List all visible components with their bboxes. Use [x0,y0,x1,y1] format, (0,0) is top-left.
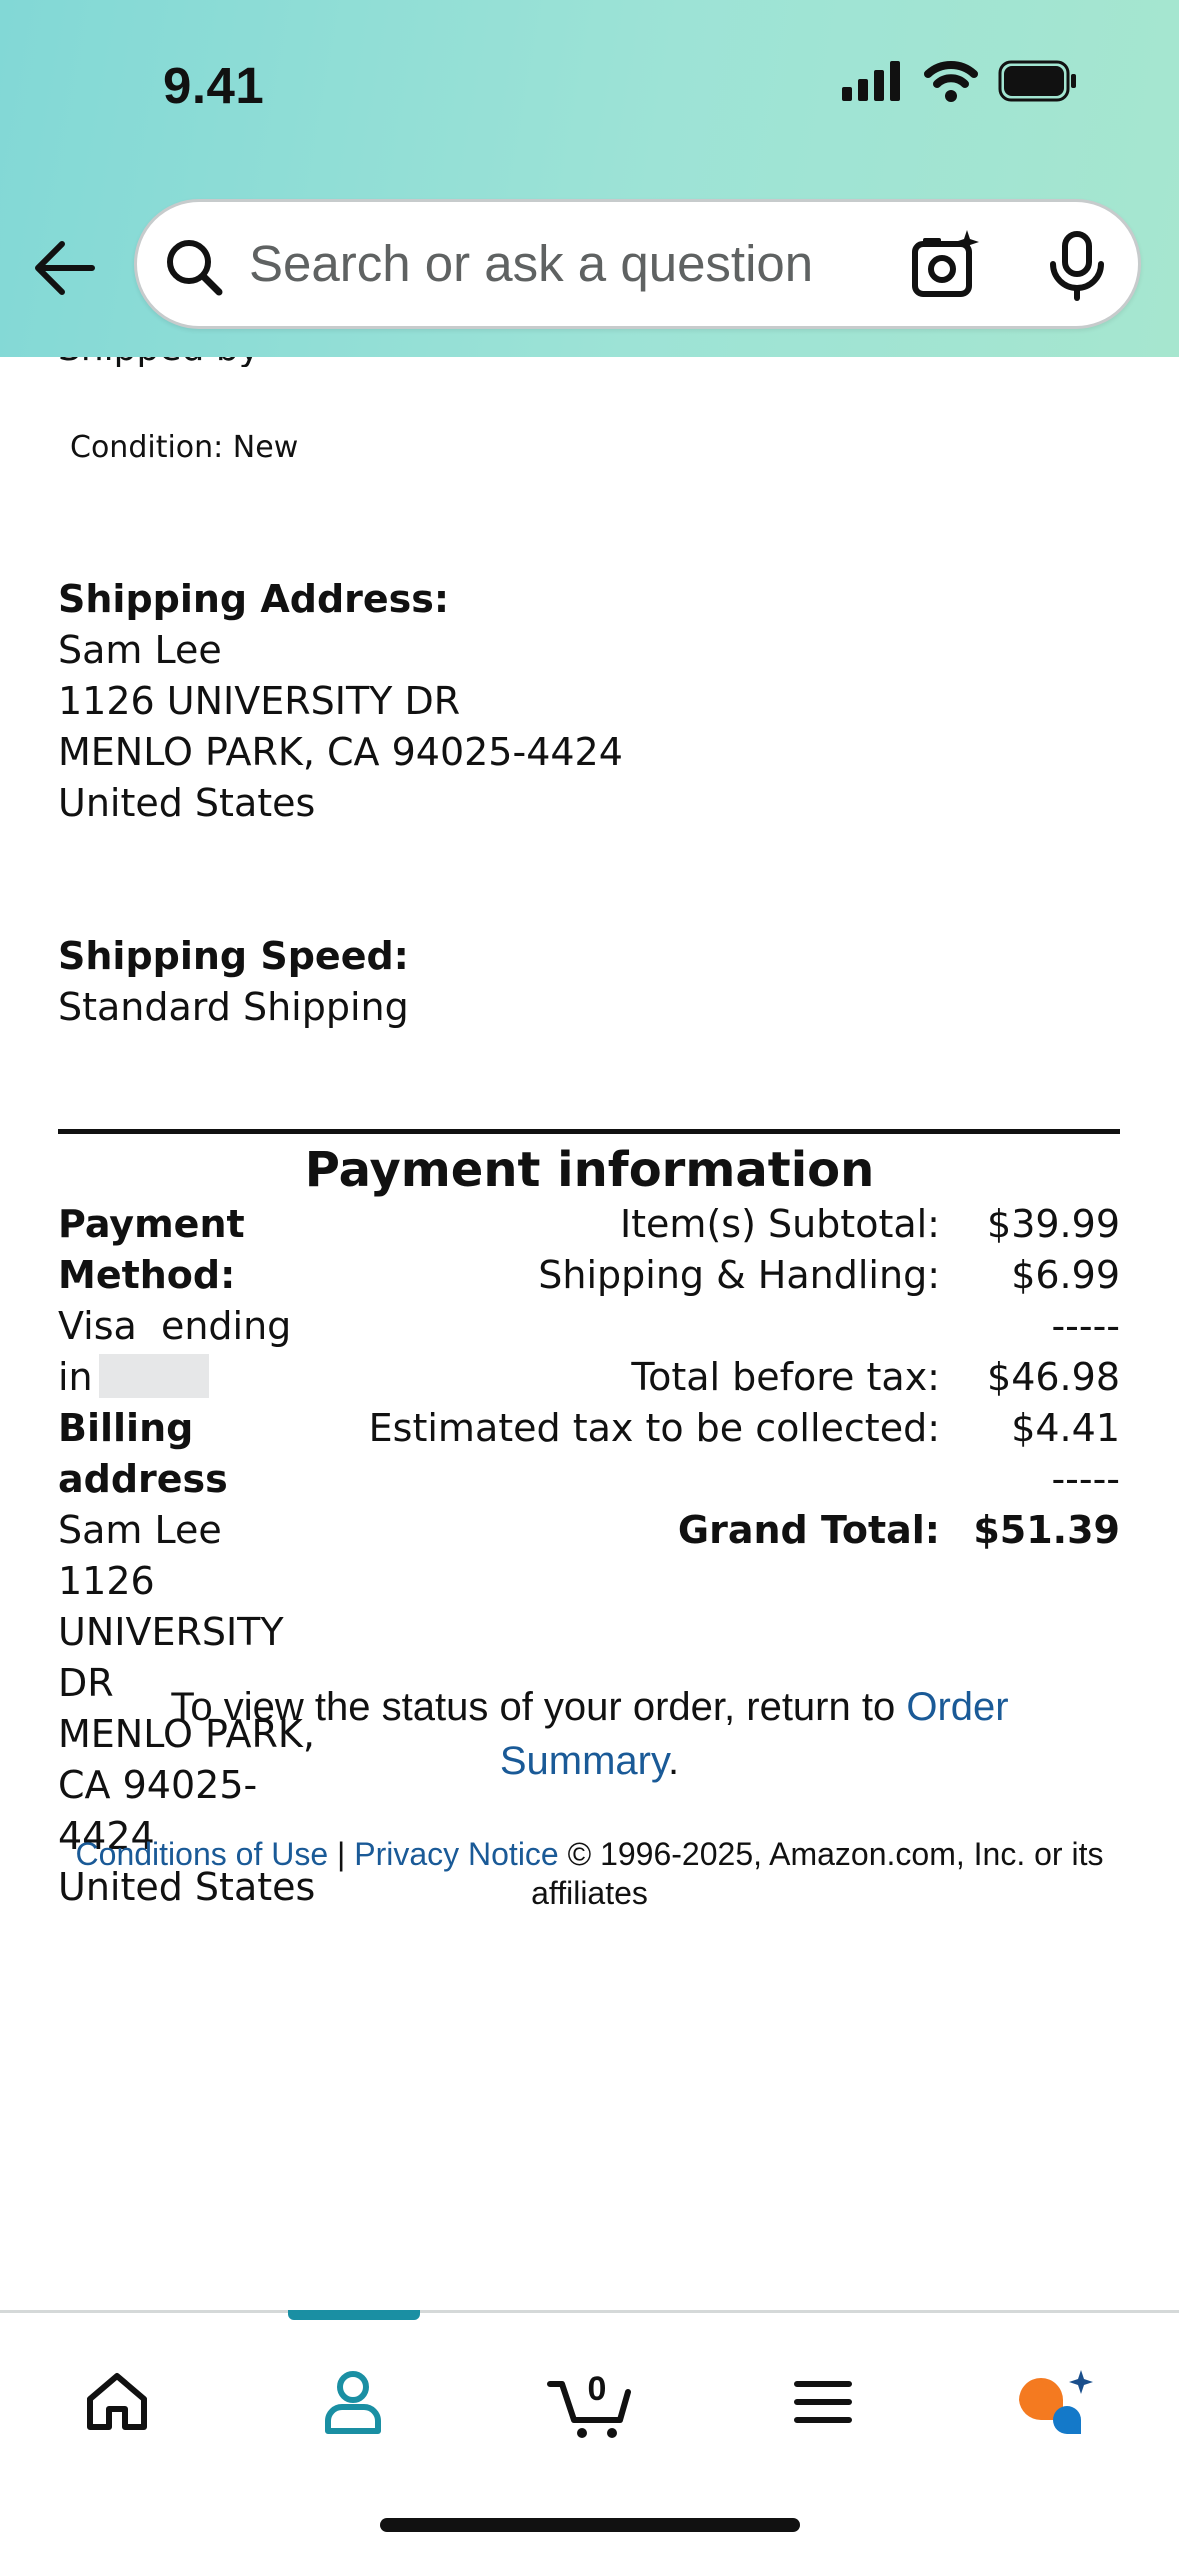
billing-line: 1126 [58,1559,155,1603]
section-divider [58,1129,1120,1134]
battery-icon [998,60,1076,102]
subtotal-row: Item(s) Subtotal: $39.99 [619,1202,1120,1246]
nav-rufus-assistant[interactable] [1010,2357,1100,2447]
cart-count: 0 [588,2370,607,2408]
payment-info-title: Payment information [304,1142,875,1198]
active-tab-indicator [288,2310,420,2320]
shipping-speed: Shipping Speed: Standard Shipping [58,931,409,1033]
nav-account[interactable] [308,2357,398,2447]
search-input[interactable]: Search or ask a question [249,234,813,293]
shipping-address: Shipping Address: Sam Lee 1126 UNIVERSIT… [58,574,623,829]
order-status-note: To view the status of your order, return… [170,1685,1009,1783]
copyright-text: © 1996-2025, Amazon.com, Inc. or its [558,1836,1104,1872]
shipping-speed-value: Standard Shipping [58,985,409,1029]
address-line: United States [58,781,316,825]
footer: Conditions of Use | Privacy Notice © 199… [75,1836,1104,1911]
conditions-of-use-link[interactable]: Conditions of Use [76,1836,329,1872]
nav-cart[interactable]: 0 [544,2357,640,2447]
microphone-icon[interactable] [1045,230,1109,302]
grand-total-row: Grand Total: $51.39 [677,1508,1120,1552]
cellular-signal-icon [842,61,900,101]
rufus-assistant-icon [1019,2370,1093,2434]
home-icon [87,2373,147,2430]
order-summary-link[interactable]: Order [906,1685,1008,1729]
address-line: MENLO PARK, CA 94025-4424 [58,730,623,774]
app-header: 9.41 Search or ask a question [0,0,1179,357]
home-indicator[interactable] [380,2518,800,2532]
summary-separator: ----- [1051,1304,1120,1348]
status-icons [842,60,1078,102]
back-arrow-icon[interactable] [30,232,102,304]
search-bar[interactable]: Search or ask a question [134,199,1141,329]
hamburger-menu-icon [794,2381,852,2423]
address-line: 1126 UNIVERSITY DR [58,679,461,723]
redacted-card-digits [98,1354,209,1398]
item-condition: Condition: New [70,430,299,465]
billing-line: UNIVERSITY [58,1610,284,1654]
shipping-handling-row: Shipping & Handling: $6.99 [538,1253,1120,1297]
wifi-icon [924,61,978,102]
summary-separator: ----- [1051,1457,1120,1501]
copyright-text: affiliates [531,1875,648,1911]
nav-home[interactable] [72,2357,162,2447]
shipping-address-label: Shipping Address: [58,577,450,621]
order-summary-link[interactable]: Summary [500,1739,668,1783]
camera-lens-icon[interactable] [909,230,981,302]
address-line: Sam Lee [58,628,222,672]
cart-icon: 0 [547,2370,631,2438]
cut-off-text: Shipped by Seller [58,357,348,367]
search-icon [167,240,223,296]
privacy-notice-link[interactable]: Privacy Notice [354,1836,559,1872]
person-icon [325,2371,381,2434]
status-time: 9.41 [163,57,265,114]
estimated-tax-row: Estimated tax to be collected: $4.41 [368,1406,1120,1450]
shipping-speed-label: Shipping Speed: [58,934,409,978]
total-before-tax-row: Total before tax: $46.98 [631,1355,1120,1399]
nav-menu[interactable] [778,2357,868,2447]
